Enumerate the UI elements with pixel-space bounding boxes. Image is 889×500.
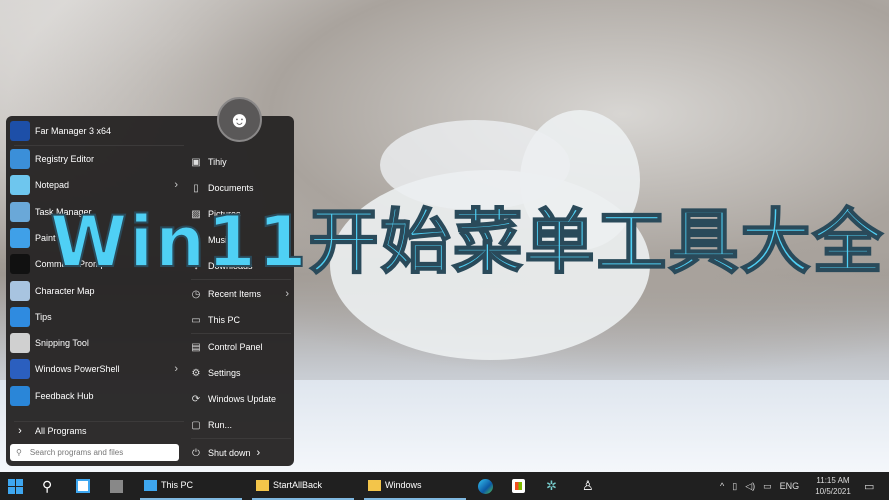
- folder-icon: [256, 479, 269, 491]
- place-item[interactable]: ▭ This PC: [189, 309, 289, 331]
- item-label: Character Map: [35, 285, 95, 296]
- taskbar-app-windows[interactable]: Windows: [364, 472, 466, 500]
- edge-icon: [478, 478, 493, 494]
- search-button[interactable]: ⚲: [42, 472, 52, 500]
- program-icon: [10, 227, 30, 248]
- user-avatar[interactable]: ☻: [217, 97, 262, 142]
- item-label: Tihiy: [208, 157, 227, 167]
- notification-icon: ▭: [864, 480, 875, 493]
- start-button[interactable]: [8, 472, 28, 500]
- far-manager-icon: [10, 121, 30, 141]
- item-label: Far Manager 3 x64: [35, 126, 112, 136]
- item-label: Snipping Tool: [35, 338, 89, 349]
- item-label: Windows PowerShell: [35, 364, 120, 375]
- person-icon: ♙: [582, 478, 594, 493]
- volume-icon[interactable]: ◁): [745, 481, 755, 492]
- search-icon: ⚲: [42, 477, 53, 494]
- user-folder-icon: ▣: [191, 156, 201, 168]
- date-label: 10/5/2021: [815, 487, 851, 496]
- windows-logo-icon: [8, 478, 23, 494]
- search-placeholder: Search programs and files: [29, 448, 124, 457]
- folder-icon: [368, 479, 381, 491]
- battery-icon[interactable]: ▯: [732, 481, 737, 492]
- program-icon: [10, 149, 30, 169]
- item-label: Windows Update: [208, 394, 277, 404]
- notifications-button[interactable]: ▭: [864, 472, 874, 500]
- program-icon: [10, 333, 30, 354]
- chevron-right-icon: ›: [18, 425, 22, 437]
- clock[interactable]: 11:15 AM 10/5/2021: [808, 472, 858, 500]
- taskbar: ⚲ This PC StartAllBack Windows ✲ ♙ ^ ▯ ◁…: [0, 472, 889, 500]
- item-label: Shut down: [208, 448, 251, 458]
- place-item[interactable]: ⚙ Settings: [189, 362, 289, 384]
- item-label: Control Panel: [208, 342, 263, 352]
- program-icon: [10, 201, 30, 222]
- chevron-up-icon[interactable]: ^: [720, 481, 724, 491]
- program-item[interactable]: Snipping Tool: [10, 331, 178, 355]
- chevron-right-icon: ›: [285, 288, 289, 300]
- app-label: This PC: [161, 480, 194, 490]
- search-input[interactable]: ⚲ Search programs and files: [10, 444, 179, 461]
- tool-icon: ✲: [546, 478, 557, 493]
- app-button[interactable]: ♙: [582, 472, 594, 500]
- item-label: This PC: [208, 315, 241, 325]
- taskbar-app-startallback[interactable]: StartAllBack: [252, 472, 354, 500]
- widgets-button[interactable]: [110, 472, 123, 500]
- overlay-title: Win11开始菜单工具大全: [49, 200, 885, 284]
- store-button[interactable]: [512, 472, 525, 500]
- gear-icon: ⚙: [191, 367, 201, 379]
- update-icon: ⟳: [191, 393, 201, 405]
- item-label: Feedback Hub: [35, 390, 94, 401]
- divider: [14, 145, 184, 146]
- search-icon: ⚲: [16, 448, 22, 457]
- program-icon: [10, 385, 30, 406]
- time-label: 11:15 AM: [816, 476, 850, 485]
- chevron-right-icon: ›: [174, 363, 178, 376]
- item-label: Settings: [208, 368, 241, 378]
- item-label: All Programs: [35, 426, 87, 436]
- language-indicator[interactable]: ENG: [780, 481, 800, 491]
- network-icon[interactable]: ▭: [763, 481, 772, 492]
- app-button[interactable]: ✲: [546, 472, 557, 500]
- item-label: Registry Editor: [35, 154, 95, 164]
- program-item[interactable]: Tips: [10, 305, 178, 329]
- all-programs-button[interactable]: › All Programs: [10, 419, 178, 443]
- program-icon: [10, 280, 30, 301]
- divider: [191, 438, 291, 439]
- task-view-button[interactable]: [76, 472, 90, 500]
- program-item[interactable]: Feedback Hub: [10, 384, 178, 408]
- program-icon: [10, 175, 30, 196]
- power-icon: ⏻: [192, 447, 200, 459]
- program-item[interactable]: Windows PowerShell ›: [10, 357, 178, 381]
- pinned-far-manager[interactable]: Far Manager 3 x64: [10, 119, 178, 143]
- app-label: StartAllBack: [273, 480, 323, 490]
- place-item[interactable]: ⟳ Windows Update: [189, 388, 289, 410]
- place-item[interactable]: ▤ Control Panel: [189, 336, 289, 358]
- divider: [191, 333, 291, 334]
- store-icon: [512, 479, 525, 493]
- widgets-icon: [110, 479, 123, 493]
- chevron-right-icon: ›: [256, 447, 261, 459]
- shutdown-button[interactable]: ⏻ Shut down ›: [189, 442, 289, 464]
- taskbar-app-this-pc[interactable]: This PC: [140, 472, 242, 500]
- app-label: Windows: [385, 480, 422, 490]
- task-view-icon: [76, 479, 90, 493]
- system-tray: ^ ▯ ◁) ▭ ENG: [720, 472, 799, 500]
- computer-icon: [144, 479, 157, 491]
- program-icon: [10, 306, 30, 327]
- place-item[interactable]: ▣ Tihiy: [189, 151, 289, 173]
- edge-button[interactable]: [478, 472, 493, 500]
- item-label: Tips: [35, 311, 52, 322]
- item-label: Run...: [208, 420, 233, 430]
- program-icon: [10, 359, 30, 380]
- computer-icon: ▭: [191, 314, 201, 326]
- program-icon: [10, 254, 30, 275]
- start-menu: Far Manager 3 x64 Registry Editor Notepad…: [6, 116, 294, 466]
- control-panel-icon: ▤: [191, 341, 201, 353]
- item-label: Recent Items: [208, 289, 262, 299]
- program-item[interactable]: Registry Editor: [10, 147, 178, 171]
- run-icon: ▢: [191, 419, 201, 431]
- place-item[interactable]: ▢ Run...: [189, 414, 289, 436]
- clock-icon: ◷: [191, 288, 201, 300]
